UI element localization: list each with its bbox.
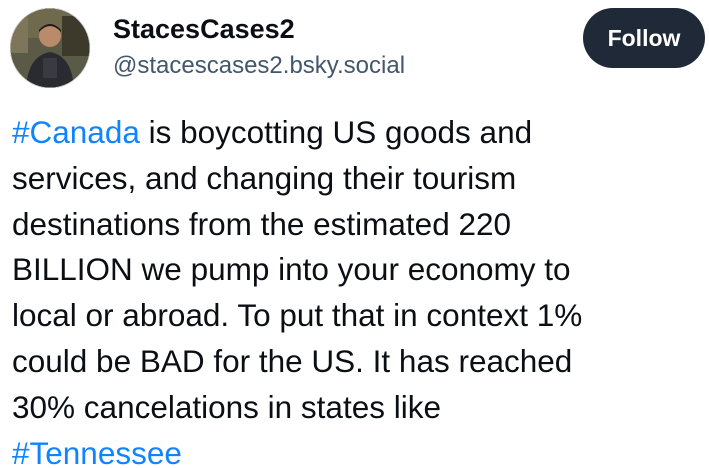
post-card: StacesCases2 @stacescases2.bsky.social F… <box>0 0 709 468</box>
hashtag-link[interactable]: #Tennessee <box>12 435 182 468</box>
post-text: #Canada is boycotting US goods and servi… <box>12 110 702 468</box>
post-line: destinations from the estimated 220 <box>12 205 512 242</box>
follow-button[interactable]: Follow <box>583 8 705 68</box>
post-line: #Tennessee <box>12 431 702 468</box>
post-line-text: is boycotting US goods and <box>139 114 533 150</box>
post-line: services, and changing their tourism <box>12 159 517 196</box>
post-line: could be BAD for the US. It has reached <box>12 342 573 379</box>
hashtag-link[interactable]: #Canada <box>12 114 140 150</box>
avatar[interactable] <box>10 8 90 88</box>
profile-photo-icon <box>10 8 90 88</box>
post-header: StacesCases2 @stacescases2.bsky.social F… <box>10 8 705 88</box>
display-name[interactable]: StacesCases2 <box>113 14 295 45</box>
post-line: 30% cancelations in states like <box>12 388 441 425</box>
post-line: BILLION we pump into your economy to <box>12 251 571 288</box>
post-line: #Canada is boycotting US goods and <box>12 110 702 156</box>
post-line: local or abroad. To put that in context … <box>12 297 583 334</box>
user-handle[interactable]: @stacescases2.bsky.social <box>113 52 405 80</box>
